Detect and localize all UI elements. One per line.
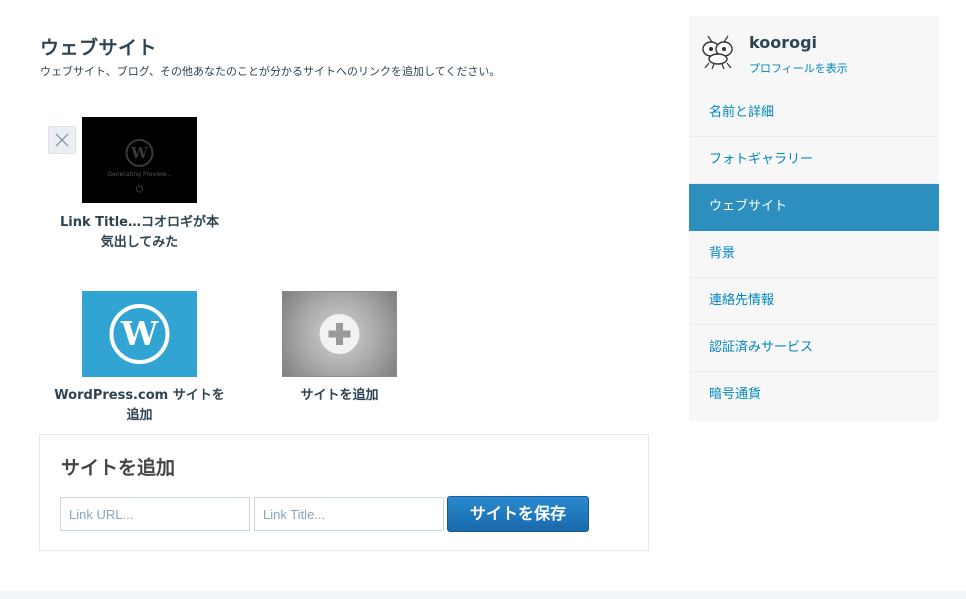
sidebar-item-verified-services[interactable]: 認証済みサービス	[689, 325, 939, 372]
site-caption-line1: Link Title…コオロギが本	[60, 215, 219, 230]
preview-status-text: Generating Preview...	[107, 171, 172, 178]
site-caption-line2: 気出してみた	[100, 235, 179, 250]
profile-sidebar: koorogi プロフィールを表示 名前と詳細 フォトギャラリー ウェブサイト …	[689, 16, 939, 421]
caption-line2: 追加	[126, 408, 153, 423]
sidebar-item-name-details[interactable]: 名前と詳細	[689, 90, 939, 137]
wordpress-logo-icon: W	[125, 139, 154, 193]
sidebar-item-crypto[interactable]: 暗号通貨	[689, 372, 939, 419]
save-site-button[interactable]: サイトを保存	[447, 496, 589, 532]
remove-site-button[interactable]	[48, 126, 76, 154]
avatar[interactable]	[700, 34, 736, 70]
svg-text:W: W	[120, 314, 159, 353]
profile-nav: 名前と詳細 フォトギャラリー ウェブサイト 背景 連絡先情報 認証済みサービス …	[689, 90, 939, 419]
page-description: ウェブサイト、ブログ、その他あなたのことが分かるサイトへのリンクを追加してくださ…	[40, 65, 501, 78]
link-title-input[interactable]	[254, 497, 444, 531]
svg-text:W: W	[130, 144, 149, 162]
add-wordpress-site-caption[interactable]: WordPress.com サイトを 追加	[52, 386, 227, 426]
add-site-thumbnail[interactable]	[282, 291, 397, 377]
caption-line1: WordPress.com サイトを	[54, 388, 225, 403]
profile-summary: koorogi プロフィールを表示	[689, 16, 939, 90]
caption-line1: サイトを追加	[300, 388, 379, 403]
wordpress-logo-icon: W	[109, 304, 170, 364]
add-site-panel-title: サイトを追加	[61, 457, 176, 479]
sidebar-item-background[interactable]: 背景	[689, 231, 939, 278]
site-thumbnail-preview[interactable]: W Generating Preview...	[82, 117, 197, 203]
page-footer-strip	[0, 591, 966, 599]
sidebar-item-contact-info[interactable]: 連絡先情報	[689, 278, 939, 325]
add-site-caption[interactable]: サイトを追加	[252, 386, 427, 406]
add-site-panel: サイトを追加 サイトを保存	[39, 434, 649, 551]
site-caption: Link Title…コオロギが本 気出してみた	[52, 213, 227, 253]
page-title: ウェブサイト	[40, 37, 158, 59]
view-profile-link[interactable]: プロフィールを表示	[749, 60, 848, 76]
add-wordpress-site-thumbnail[interactable]: W	[82, 291, 197, 377]
sidebar-item-websites[interactable]: ウェブサイト	[689, 184, 939, 231]
sidebar-item-photo-gallery[interactable]: フォトギャラリー	[689, 137, 939, 184]
close-icon	[55, 133, 69, 147]
plus-icon	[319, 314, 360, 354]
link-url-input[interactable]	[60, 497, 250, 531]
username: koorogi	[749, 33, 818, 52]
